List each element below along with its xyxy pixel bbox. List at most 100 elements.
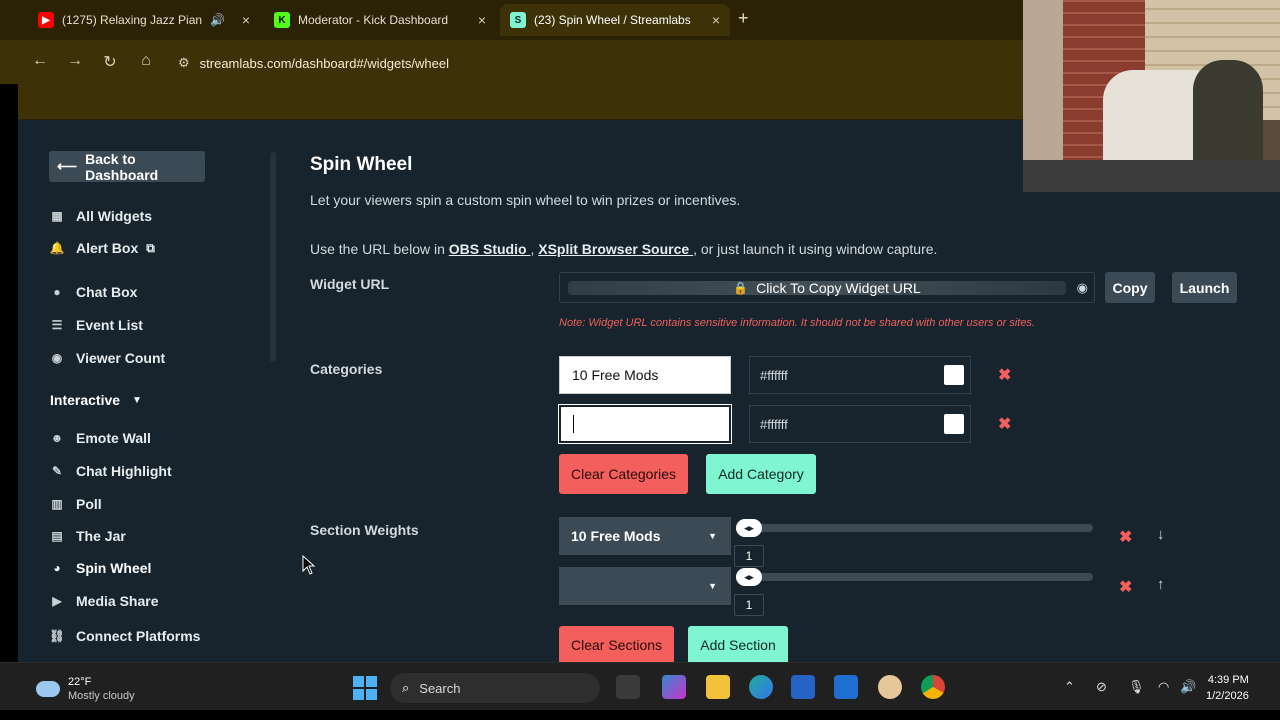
color-swatch[interactable] bbox=[944, 414, 964, 434]
remove-category-icon[interactable]: ✖ bbox=[998, 365, 1011, 385]
weather-widget[interactable]: 22°F Mostly cloudy bbox=[36, 675, 135, 703]
back-to-dashboard-button[interactable]: ⟵ Back to Dashboard bbox=[49, 151, 205, 183]
obs-studio-link[interactable]: OBS Studio bbox=[449, 241, 531, 257]
webcam-floor bbox=[1023, 160, 1280, 192]
forward-arrow-icon[interactable]: → bbox=[65, 52, 85, 70]
file-explorer-icon[interactable] bbox=[706, 675, 730, 699]
widget-url-note: Note: Widget URL contains sensitive info… bbox=[559, 317, 1035, 329]
close-tab-icon[interactable]: × bbox=[242, 12, 250, 28]
sidebar-item-label: Connect Platforms bbox=[76, 628, 201, 644]
address-bar[interactable]: ⚙ streamlabs.com/dashboard#/widgets/whee… bbox=[170, 48, 1020, 78]
taskbar-search[interactable]: ⌕ Search bbox=[390, 673, 600, 703]
color-swatch[interactable] bbox=[944, 365, 964, 385]
widget-url-placeholder: Click To Copy Widget URL bbox=[756, 279, 921, 296]
chevron-up-icon[interactable]: ⌃ bbox=[1064, 679, 1075, 695]
tab-kick[interactable]: K Moderator - Kick Dashboard × bbox=[264, 4, 496, 36]
taskbar-clock[interactable]: 4:39 PM 1/2/2026 bbox=[1206, 672, 1249, 704]
sidebar-item-poll[interactable]: ▥ Poll bbox=[50, 494, 102, 514]
copilot-icon[interactable] bbox=[662, 675, 686, 699]
audio-icon[interactable]: 🔊 bbox=[210, 13, 225, 27]
back-arrow-icon[interactable]: ← bbox=[30, 52, 50, 70]
outlook-icon[interactable] bbox=[834, 675, 858, 699]
launch-button[interactable]: Launch bbox=[1172, 272, 1237, 303]
weight-slider-handle[interactable]: ◂▸ bbox=[736, 568, 762, 586]
link-icon: ⛓ bbox=[49, 629, 65, 643]
sidebar-item-label: Emote Wall bbox=[76, 430, 151, 446]
sidebar-scrollbar[interactable] bbox=[270, 152, 276, 362]
tab-youtube[interactable]: ▶ (1275) Relaxing Jazz Piano I 🔊 × bbox=[28, 4, 260, 36]
app-icon[interactable] bbox=[878, 675, 902, 699]
eye-icon: ◉ bbox=[51, 351, 63, 365]
sidebar-item-chat-box[interactable]: ● Chat Box bbox=[50, 282, 137, 302]
reload-icon[interactable]: ↻ bbox=[100, 52, 120, 72]
caret-down-icon: ▼ bbox=[132, 394, 142, 406]
clear-sections-button[interactable]: Clear Sections bbox=[559, 626, 674, 662]
close-tab-icon[interactable]: × bbox=[712, 12, 720, 28]
sidebar-item-alert-box[interactable]: 🔔 Alert Box ⧉ bbox=[50, 238, 155, 258]
section-label: Interactive bbox=[50, 392, 121, 408]
network-off-icon[interactable]: ⊘ bbox=[1096, 679, 1107, 695]
page-description: Let your viewers spin a custom spin whee… bbox=[310, 192, 741, 208]
task-view-icon[interactable] bbox=[616, 675, 640, 699]
add-section-button[interactable]: Add Section bbox=[688, 626, 788, 662]
weight-value: 1 bbox=[734, 594, 764, 616]
move-down-icon[interactable]: ↓ bbox=[1157, 526, 1165, 543]
sidebar-item-viewer-count[interactable]: ◉ Viewer Count bbox=[50, 348, 165, 368]
remove-section-icon[interactable]: ✖ bbox=[1119, 577, 1132, 597]
sidebar-item-spin-wheel[interactable]: ◕ Spin Wheel bbox=[50, 558, 151, 578]
site-info-icon[interactable]: ⚙ bbox=[178, 55, 190, 71]
sidebar-item-media-share[interactable]: ▶ Media Share bbox=[50, 591, 158, 611]
xsplit-link[interactable]: XSplit Browser Source bbox=[538, 241, 693, 257]
mouse-cursor-icon bbox=[302, 555, 316, 575]
weight-slider-track[interactable] bbox=[737, 573, 1093, 581]
microphone-icon[interactable]: 🎙 bbox=[1128, 679, 1145, 695]
wifi-icon[interactable]: ◠ bbox=[1158, 679, 1169, 695]
sidebar-item-chat-highlight[interactable]: ✎ Chat Highlight bbox=[50, 461, 172, 481]
copy-button[interactable]: Copy bbox=[1105, 272, 1155, 303]
arrow-left-icon: ⟵ bbox=[57, 158, 78, 174]
new-tab-button[interactable]: + bbox=[738, 8, 749, 29]
category-color-input[interactable]: #ffffff bbox=[749, 356, 971, 394]
category-name-input[interactable]: 10 Free Mods bbox=[559, 356, 731, 394]
add-category-button[interactable]: Add Category bbox=[706, 454, 816, 494]
sidebar-item-connect-platforms[interactable]: ⛓ Connect Platforms bbox=[49, 626, 201, 646]
grid-icon: ▦ bbox=[51, 209, 63, 223]
widget-url-field[interactable]: 🔒 Click To Copy Widget URL ◉ bbox=[559, 272, 1095, 303]
sidebar-item-all-widgets[interactable]: ▦ All Widgets bbox=[50, 206, 152, 226]
remove-section-icon[interactable]: ✖ bbox=[1119, 527, 1132, 547]
chrome-icon[interactable] bbox=[921, 675, 945, 699]
close-tab-icon[interactable]: × bbox=[478, 12, 486, 28]
windows-start-icon[interactable] bbox=[353, 676, 377, 700]
taskbar-search-label: Search bbox=[419, 680, 461, 696]
external-link-icon[interactable]: ⧉ bbox=[146, 241, 155, 256]
edge-icon[interactable] bbox=[749, 675, 773, 699]
sidebar-section-interactive[interactable]: Interactive ▼ bbox=[50, 392, 142, 408]
sidebar-item-label: Poll bbox=[76, 496, 102, 512]
eye-icon[interactable]: ◉ bbox=[1077, 280, 1088, 296]
volume-icon[interactable]: 🔊 bbox=[1180, 679, 1196, 695]
home-icon[interactable]: ⌂ bbox=[136, 52, 156, 70]
sidebar-item-the-jar[interactable]: ▤ The Jar bbox=[50, 526, 125, 546]
remove-category-icon[interactable]: ✖ bbox=[998, 414, 1011, 434]
move-up-icon[interactable]: ↑ bbox=[1157, 576, 1165, 593]
section-category-select[interactable]: 10 Free Mods ▼ bbox=[559, 517, 731, 555]
sidebar-item-label: Alert Box bbox=[76, 240, 139, 256]
weight-slider-track[interactable] bbox=[737, 524, 1093, 532]
store-icon[interactable] bbox=[791, 675, 815, 699]
weather-condition: Mostly cloudy bbox=[68, 690, 135, 702]
sidebar-item-event-list[interactable]: ☰ Event List bbox=[50, 315, 143, 335]
category-name-input[interactable] bbox=[559, 405, 731, 443]
tab-streamlabs[interactable]: S (23) Spin Wheel / Streamlabs × bbox=[500, 4, 730, 36]
url-text: streamlabs.com/dashboard#/widgets/wheel bbox=[199, 55, 449, 71]
webcam-overlay bbox=[1023, 0, 1280, 192]
spin-wheel-icon: ◕ bbox=[53, 561, 61, 575]
cloud-icon bbox=[36, 681, 60, 697]
weight-slider-handle[interactable]: ◂▸ bbox=[736, 519, 762, 537]
sidebar-item-emote-wall[interactable]: ☻ Emote Wall bbox=[50, 428, 151, 448]
caret-down-icon: ▼ bbox=[708, 581, 717, 591]
category-color-input[interactable]: #ffffff bbox=[749, 405, 971, 443]
categories-label: Categories bbox=[310, 361, 383, 377]
section-weights-label: Section Weights bbox=[310, 522, 419, 538]
clear-categories-button[interactable]: Clear Categories bbox=[559, 454, 688, 494]
section-category-select[interactable]: ▼ bbox=[559, 567, 731, 605]
